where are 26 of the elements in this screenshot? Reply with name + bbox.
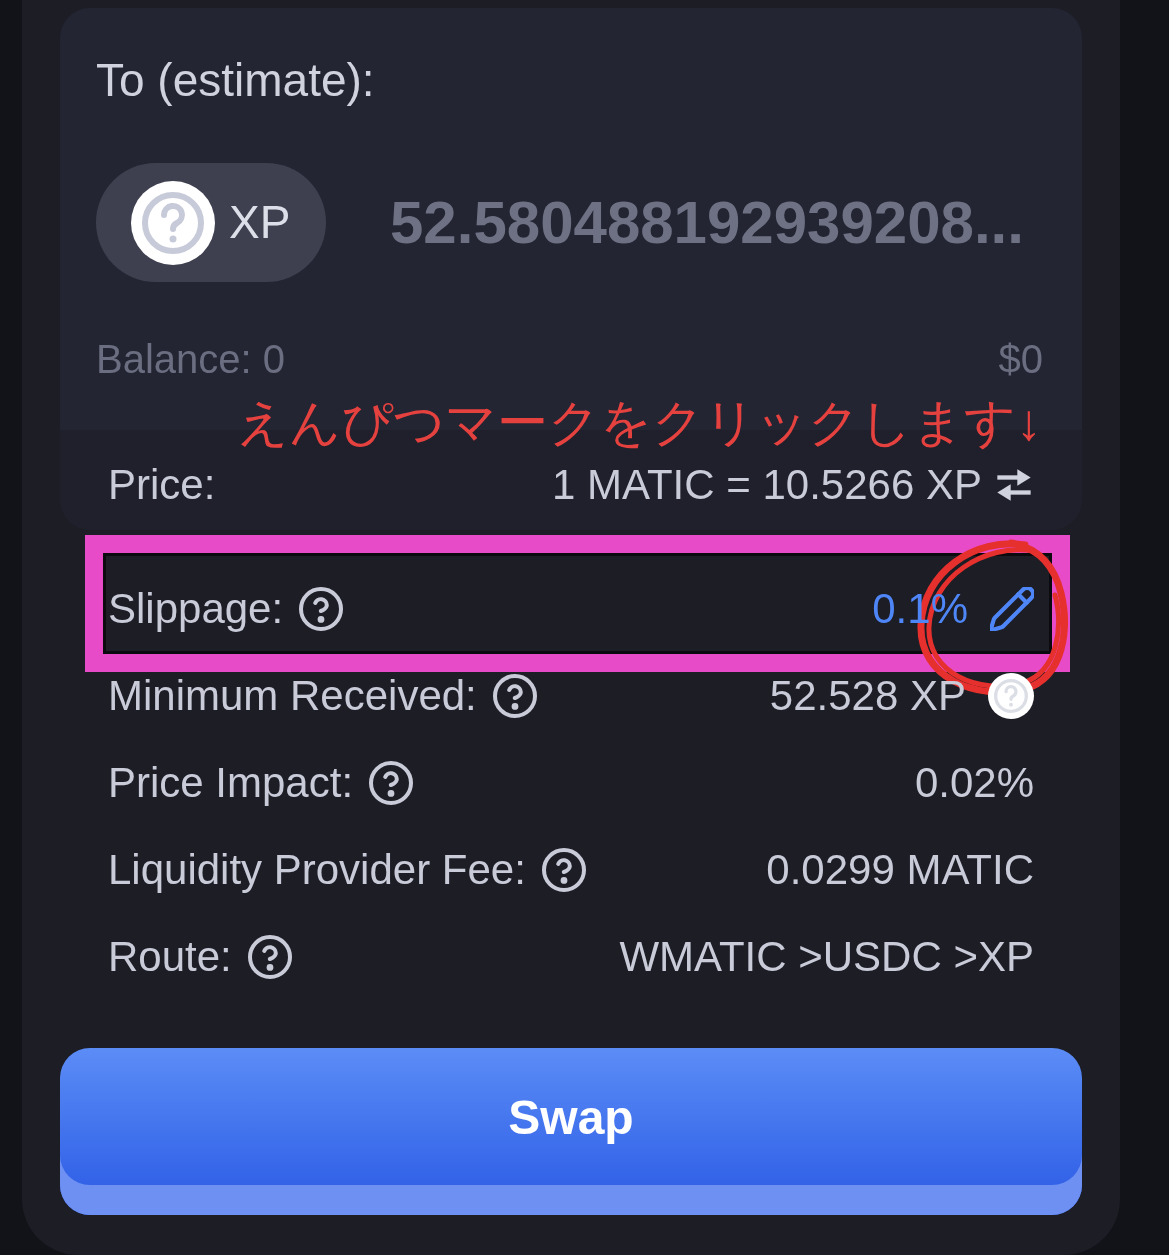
help-icon[interactable] <box>541 847 586 892</box>
detail-label: Slippage: <box>108 583 284 634</box>
pencil-icon[interactable] <box>990 586 1034 631</box>
token-icon <box>131 180 215 265</box>
detail-label: Price Impact: <box>108 757 354 808</box>
detail-label: Route: <box>108 931 232 982</box>
token-icon <box>988 672 1034 719</box>
swap-button[interactable]: Swap <box>60 1048 1082 1215</box>
help-icon[interactable] <box>492 673 537 718</box>
balance-text: Balance: 0 <box>96 338 286 380</box>
detail-value: 0.02% <box>914 757 1034 808</box>
annotation-note: えんぴつマークをクリックします↓ <box>237 394 1042 452</box>
detail-value: 0.0299 MATIC <box>766 844 1034 895</box>
amount-value: 52.580488192939208... <box>390 189 1024 256</box>
price-label: Price: <box>108 460 216 510</box>
detail-value: WMATIC >USDC >XP <box>619 931 1034 982</box>
help-icon[interactable] <box>369 760 414 805</box>
help-icon[interactable] <box>247 934 292 979</box>
price-value: 1 MATIC = 10.5266 XP <box>552 460 982 510</box>
detail-value: 52.528 XP <box>769 670 966 721</box>
to-label: To (estimate): <box>96 53 375 108</box>
detail-label: Minimum Received: <box>108 670 477 721</box>
token-selector[interactable]: XP <box>96 163 326 282</box>
help-icon[interactable] <box>299 586 344 631</box>
balance-value: $0 <box>998 338 1043 380</box>
detail-label: Liquidity Provider Fee: <box>108 844 526 895</box>
